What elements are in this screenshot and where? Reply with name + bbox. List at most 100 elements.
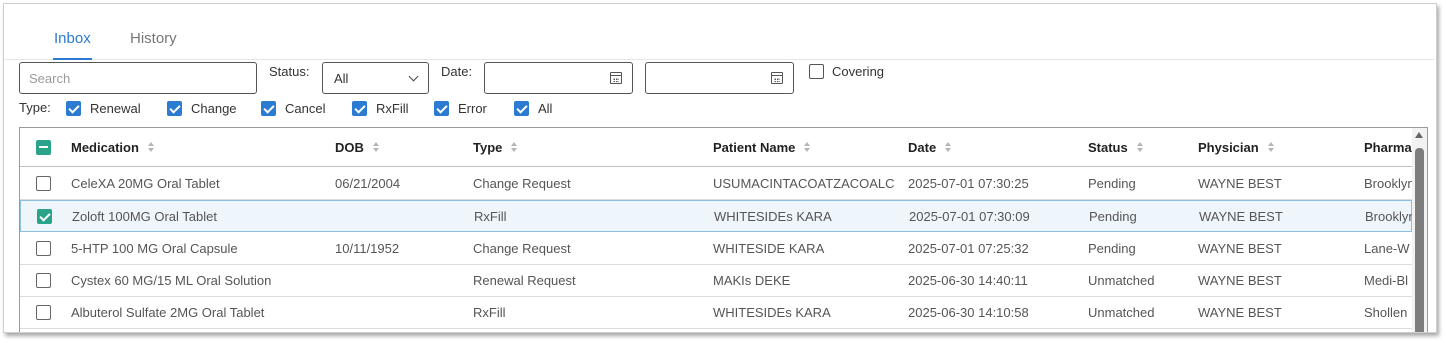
type-label: Type:: [19, 100, 51, 115]
sort-icon[interactable]: [1267, 141, 1275, 153]
row-checkbox[interactable]: [36, 265, 51, 296]
checkbox-indeterminate-icon[interactable]: [36, 139, 51, 155]
prescription-inbox-panel: Inbox History Status: All Date: Covering…: [3, 3, 1437, 333]
sort-icon[interactable]: [945, 141, 952, 153]
type-cancel-checkbox[interactable]: Cancel: [261, 101, 325, 116]
table-row[interactable]: Cystex 60 MG/15 ML Oral Solution Renewal…: [20, 265, 1412, 297]
column-header-status[interactable]: Status: [1088, 128, 1188, 166]
checkbox-checked-icon[interactable]: [514, 101, 529, 116]
type-change-checkbox[interactable]: Change: [167, 101, 237, 116]
date-from-field[interactable]: [484, 62, 633, 94]
status-select[interactable]: All: [322, 62, 429, 94]
vertical-scrollbar[interactable]: [1412, 128, 1427, 332]
checkbox-checked-icon[interactable]: [66, 101, 81, 116]
row-checkbox[interactable]: [36, 297, 51, 328]
row-checkbox[interactable]: [37, 201, 52, 231]
select-all-checkbox[interactable]: [36, 128, 51, 166]
checkbox-icon[interactable]: [36, 241, 51, 256]
column-header-pharmacy[interactable]: Pharmacy: [1364, 128, 1412, 166]
row-checkbox[interactable]: [36, 233, 51, 264]
date-to-field[interactable]: [645, 62, 794, 94]
tab-history[interactable]: History: [130, 30, 177, 60]
row-checkbox[interactable]: [36, 168, 51, 199]
sort-icon[interactable]: [372, 141, 380, 153]
cell-dob: [335, 265, 460, 296]
checkbox-icon[interactable]: [36, 305, 51, 320]
cell-dob: 06/21/2004: [335, 176, 401, 191]
table-row-selected[interactable]: Zoloft 100MG Oral Tablet RxFill WHITESID…: [20, 200, 1413, 232]
column-header-label: Date: [908, 139, 937, 155]
type-all-checkbox[interactable]: All: [514, 101, 552, 116]
cell-type: RxFill: [474, 208, 507, 224]
column-header-label: Status: [1088, 139, 1128, 155]
type-renewal-checkbox[interactable]: Renewal: [66, 101, 141, 116]
cell-date: 2025-07-01 07:30:25: [908, 176, 1029, 191]
status-select-value: All: [334, 70, 349, 86]
table-row[interactable]: CeleXA 20MG Oral Tablet 06/21/2004 Chang…: [20, 168, 1412, 200]
type-option-label: Renewal: [90, 101, 141, 116]
inbox-grid: Medication DOB Type Patient Name Date St…: [19, 127, 1428, 332]
cell-patient-name: WHITESIDEs KARA: [713, 305, 831, 320]
column-header-label: Type: [473, 139, 503, 155]
cell-pharmacy: Medi-Bl: [1364, 273, 1409, 288]
cell-status: Pending: [1089, 208, 1137, 224]
cell-type: Renewal Request: [473, 273, 576, 288]
cell-pharmacy: Brooklyn: [1364, 176, 1412, 191]
cell-pharmacy: Shollen: [1364, 305, 1408, 320]
sort-icon[interactable]: [511, 141, 518, 153]
covering-label: Covering: [832, 64, 885, 79]
search-input[interactable]: [19, 62, 257, 94]
cell-status: Unmatched: [1088, 305, 1155, 320]
checkbox-checked-icon[interactable]: [37, 208, 52, 224]
column-header-patient-name[interactable]: Patient Name: [713, 128, 895, 166]
column-header-label: Pharmacy: [1364, 139, 1412, 155]
cell-physician: WAYNE BEST: [1198, 176, 1282, 191]
checkbox-icon[interactable]: [36, 176, 51, 191]
cell-medication: Zoloft 100MG Oral Tablet: [72, 208, 217, 224]
cell-type: Change Request: [473, 241, 571, 256]
checkbox-checked-icon[interactable]: [434, 101, 449, 116]
date-label: Date:: [441, 64, 473, 79]
column-header-medication[interactable]: Medication: [71, 128, 321, 166]
table-row[interactable]: 5-HTP 100 MG Oral Capsule 10/11/1952 Cha…: [20, 233, 1412, 265]
checkbox-checked-icon[interactable]: [167, 101, 182, 116]
type-error-checkbox[interactable]: Error: [434, 101, 487, 116]
column-header-date[interactable]: Date: [908, 128, 1078, 166]
column-header-type[interactable]: Type: [473, 128, 703, 166]
cell-status: Pending: [1088, 176, 1136, 191]
covering-checkbox[interactable]: Covering: [809, 64, 884, 79]
cell-patient-name: WHITESIDEs KARA: [714, 208, 832, 224]
column-header-label: Patient Name: [713, 139, 796, 155]
cell-medication: Cystex 60 MG/15 ML Oral Solution: [71, 273, 272, 288]
column-header-dob[interactable]: DOB: [335, 128, 460, 166]
grid-header: Medication DOB Type Patient Name Date St…: [20, 128, 1412, 167]
tab-inbox[interactable]: Inbox: [53, 30, 92, 60]
checkbox-icon[interactable]: [809, 64, 824, 79]
cell-patient-name: USUMACINTACOATZACOALC...: [713, 176, 895, 191]
cell-dob: 10/11/1952: [335, 241, 400, 256]
table-row[interactable]: Albuterol Sulfate 2MG Oral Tablet RxFill…: [20, 297, 1412, 329]
sort-icon[interactable]: [147, 141, 155, 153]
cell-date: 2025-07-01 07:30:09: [909, 208, 1030, 224]
type-rxfill-checkbox[interactable]: RxFill: [352, 101, 409, 116]
calendar-icon[interactable]: [771, 72, 783, 84]
scrollbar-thumb[interactable]: [1415, 148, 1424, 332]
cell-physician: WAYNE BEST: [1198, 273, 1282, 288]
cell-status: Unmatched: [1088, 273, 1155, 288]
scroll-up-icon[interactable]: [1415, 132, 1423, 138]
sort-icon[interactable]: [804, 141, 811, 153]
checkbox-checked-icon[interactable]: [352, 101, 367, 116]
cell-date: 2025-07-01 07:25:32: [908, 241, 1029, 256]
cell-pharmacy: Lane-W: [1364, 241, 1410, 256]
type-option-label: Cancel: [285, 101, 326, 116]
column-header-physician[interactable]: Physician: [1198, 128, 1358, 166]
chevron-down-icon: [408, 71, 419, 81]
column-header-label: Physician: [1198, 139, 1259, 155]
sort-icon[interactable]: [1136, 141, 1144, 153]
cell-type: Change Request: [473, 176, 571, 191]
calendar-icon[interactable]: [610, 72, 622, 84]
cell-date: 2025-06-30 14:40:11: [908, 273, 1028, 288]
checkbox-icon[interactable]: [36, 273, 51, 288]
checkbox-checked-icon[interactable]: [261, 101, 276, 116]
status-label: Status:: [269, 64, 310, 79]
